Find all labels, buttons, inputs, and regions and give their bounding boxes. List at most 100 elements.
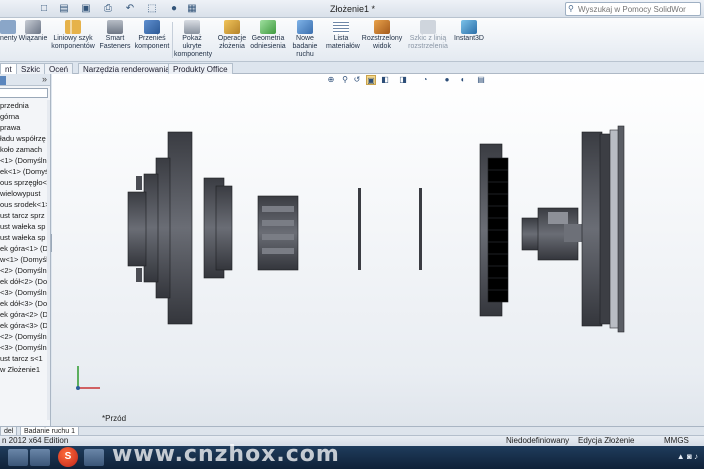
view-orientation-label: *Przód	[102, 414, 127, 423]
feature-tree: przednia górna prawa ładu współrzę koło zama…	[0, 100, 50, 375]
tab-evaluate[interactable]: Oceń	[44, 63, 74, 74]
tree-item[interactable]: ek dół<3> (Do	[0, 298, 50, 309]
friction-plate-1[interactable]	[358, 188, 361, 270]
taskbar-app-3[interactable]	[84, 449, 104, 466]
linear-pattern-button[interactable]: Liniowy szyk komponentów	[50, 20, 96, 51]
ribbon-separator	[172, 22, 173, 58]
status-units[interactable]: MMGS	[664, 436, 689, 446]
solidworks-taskbar-icon[interactable]: S	[58, 447, 78, 467]
coordinate-triad	[76, 366, 100, 390]
instant3d-icon	[461, 20, 477, 34]
tab-sketch[interactable]: Szkic	[16, 63, 46, 74]
mate-button[interactable]: Wiązanie	[18, 20, 48, 43]
tab-assembly[interactable]: nt	[0, 63, 17, 74]
taskbar-app-1[interactable]	[8, 449, 28, 466]
options-icon[interactable]: ▦	[186, 3, 198, 15]
system-tray-icons[interactable]: ▲ ◙ ♪	[677, 452, 698, 461]
assembly-features-icon	[224, 20, 240, 34]
status-edit-mode: Edycja Złożenie	[578, 436, 635, 445]
open-folder-icon[interactable]: ▤	[58, 3, 70, 15]
rear-gear-stack-part[interactable]	[581, 125, 625, 333]
friction-plate-2[interactable]	[419, 188, 422, 270]
feature-manager-panel: » przednia górna prawa ładu współrzę koło za…	[0, 74, 51, 426]
tree-item[interactable]: koło zamach	[0, 144, 50, 155]
status-bar: n 2012 x64 Edition Niedodefiniowany Edyc…	[0, 435, 704, 446]
print-icon[interactable]: ⎙	[102, 3, 114, 15]
tree-scrollbar[interactable]	[47, 100, 50, 420]
tree-item[interactable]: ek<1> (Domyśl	[0, 166, 50, 177]
expand-panel-icon[interactable]: »	[42, 74, 47, 84]
explode-line-sketch-icon	[420, 20, 436, 34]
tree-item[interactable]: ładu współrzę	[0, 133, 50, 144]
new-motion-study-button[interactable]: Nowe badanie ruchu	[290, 20, 320, 59]
tree-item[interactable]: ust wałeka sp	[0, 221, 50, 232]
tree-item[interactable]: górna	[0, 111, 50, 122]
tab-render-tools[interactable]: Narzędzia renderowania	[78, 63, 175, 74]
tree-item[interactable]: ous srodek<1>	[0, 199, 50, 210]
explode-line-sketch-button[interactable]: Szkic z linią rozstrzelenia	[406, 20, 450, 51]
tree-item[interactable]: <3> (Domyśln	[0, 342, 50, 353]
tree-item[interactable]: przednia	[0, 100, 50, 111]
assembly-features-button[interactable]: Operacje złożenia	[214, 20, 250, 51]
watermark-text: www.cnzhox.com	[112, 442, 340, 467]
tree-filter-input[interactable]	[0, 88, 48, 98]
show-hidden-components-button[interactable]: Pokaż ukryte komponenty	[174, 20, 212, 59]
tree-item[interactable]: ek góra<1> (D	[0, 243, 50, 254]
document-title: Złożenie1 *	[330, 4, 376, 14]
tree-item[interactable]: ust wałeka sp	[0, 232, 50, 243]
tree-item[interactable]: ust tarcz sprz	[0, 210, 50, 221]
tree-item[interactable]: ust tarcz s<1	[0, 353, 50, 364]
taskbar-app-2[interactable]	[30, 449, 50, 466]
windows-taskbar: S ▲ ◙ ♪	[0, 446, 704, 469]
mate-icon	[25, 20, 41, 34]
reference-geometry-button[interactable]: Geometria odniesienia	[250, 20, 286, 51]
tree-item[interactable]: w<1> (Domyśl	[0, 254, 50, 265]
exploded-view-icon	[374, 20, 390, 34]
insert-components-button[interactable]: nenty	[0, 20, 17, 43]
help-search-box[interactable]: ⚲	[565, 2, 701, 16]
exploded-view-button[interactable]: Rozstrzelony widok	[360, 20, 404, 51]
tree-item[interactable]: <3> (Domyśln	[0, 287, 50, 298]
motion-study-icon	[297, 20, 313, 34]
linear-pattern-icon	[65, 20, 81, 34]
tab-office-products[interactable]: Produkty Office	[168, 63, 233, 74]
tree-item[interactable]: wielowypust	[0, 188, 50, 199]
reference-geometry-icon	[260, 20, 276, 34]
tree-item[interactable]: prawa	[0, 122, 50, 133]
exploded-assembly-model	[76, 125, 625, 390]
smart-fasteners-button[interactable]: Smart Fasteners	[98, 20, 132, 51]
clutch-housing-part[interactable]	[203, 177, 233, 279]
bottom-tabs: del Badanie ruchu 1	[0, 426, 704, 436]
shaft-assembly-part[interactable]	[521, 207, 590, 261]
new-document-icon[interactable]: □	[38, 3, 50, 15]
tree-item[interactable]: <1> (Domyśln	[0, 155, 50, 166]
select-icon[interactable]: ⬚	[146, 3, 158, 15]
tree-item[interactable]: w Złożenie1	[0, 364, 50, 375]
help-search-input[interactable]	[566, 3, 686, 15]
tree-item[interactable]: <2> (Domyśln	[0, 331, 50, 342]
graphics-viewport[interactable]: ⊕ ⚲ ↺ ▣ ◧ ◨ ◔ ● ◐ ▤ *Przód	[52, 74, 704, 426]
tree-item[interactable]: ek dół<2> (Do	[0, 276, 50, 287]
flywheel-part[interactable]	[127, 131, 193, 325]
undo-icon[interactable]: ↶	[124, 3, 136, 15]
search-icon: ⚲	[568, 4, 574, 13]
bill-of-materials-button[interactable]: Lista materiałów	[326, 20, 360, 51]
title-bar: □ ▤ ▣ ⎙ ↶ ⬚ ● ▦ Złożenie1 * ⚲	[0, 0, 704, 18]
gear-part[interactable]	[479, 143, 509, 317]
instant3d-button[interactable]: Instant3D	[452, 20, 486, 43]
fastener-icon	[107, 20, 123, 34]
bom-table-icon	[333, 20, 349, 34]
tree-item[interactable]: ek góra<2> (D	[0, 309, 50, 320]
pressure-hub-part[interactable]	[257, 195, 299, 271]
rebuild-icon[interactable]: ●	[168, 3, 180, 15]
tree-item[interactable]: <2> (Domyśln	[0, 265, 50, 276]
move-component-button[interactable]: Przenieś komponent	[134, 20, 170, 51]
save-icon[interactable]: ▣	[80, 3, 92, 15]
move-component-icon	[144, 20, 160, 34]
command-tabs: nt Szkic Oceń Narzędzia renderowania Pro…	[0, 62, 704, 74]
status-version: n 2012 x64 Edition	[2, 436, 69, 445]
feature-manager-tab-icon[interactable]	[0, 76, 6, 85]
show-hidden-icon	[184, 20, 200, 34]
tree-item[interactable]: ous sprzęgło<	[0, 177, 50, 188]
tree-item[interactable]: ek góra<3> (D	[0, 320, 50, 331]
